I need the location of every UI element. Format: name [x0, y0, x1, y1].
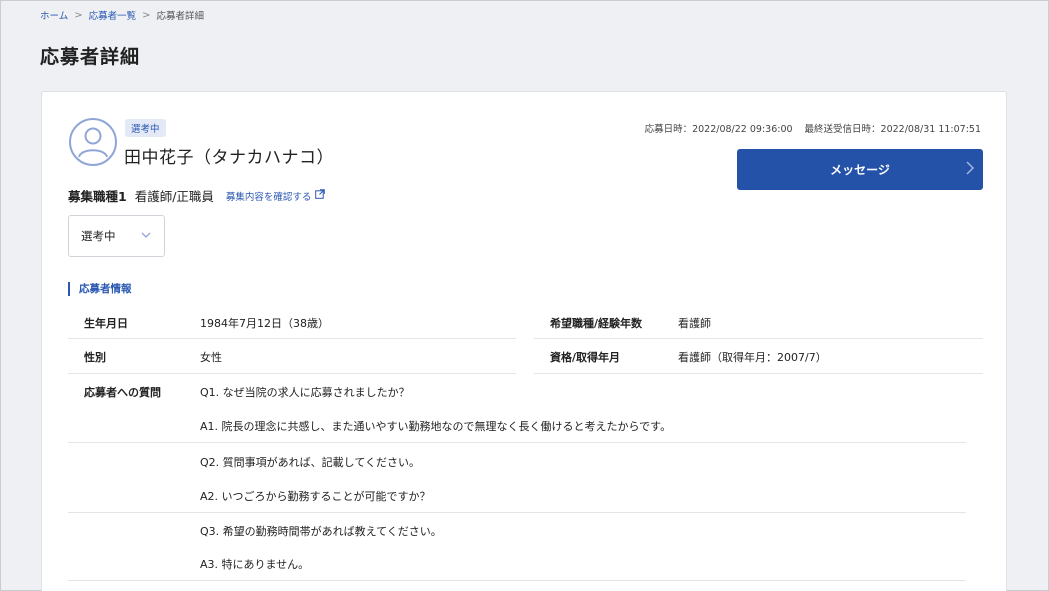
status-select-value: 選考中 — [81, 229, 116, 243]
external-link-icon — [315, 189, 326, 202]
divider — [68, 512, 966, 513]
license-label: 資格/取得年月 — [550, 351, 621, 364]
info-row-birthdate: 生年月日 1984年7月12日（38歳） — [84, 315, 329, 331]
answer-2: A2. いつごろから勤務することが可能ですか？ — [200, 490, 431, 503]
question-2: Q2. 質問事項があれば、記載してください。 — [200, 456, 420, 469]
section-heading-applicant-info: 応募者情報 — [68, 282, 132, 296]
applicant-card: 選考中 田中花子（タナカハナコ） 応募日時：2022/08/22 09:36:0… — [41, 91, 1007, 591]
birthdate-value: 1984年7月12日（38歳） — [200, 317, 329, 330]
breadcrumb-applicant-list[interactable]: 応募者一覧 — [89, 8, 137, 22]
birthdate-label: 生年月日 — [84, 317, 128, 330]
breadcrumb-separator: > — [142, 9, 151, 21]
divider — [68, 373, 516, 374]
status-badge: 選考中 — [125, 119, 166, 137]
divider — [68, 338, 516, 339]
info-row-gender: 性別 女性 — [84, 349, 222, 365]
chevron-right-icon — [966, 161, 974, 178]
license-value: 看護師（取得年月：2007/7） — [678, 351, 827, 364]
user-circle-icon — [68, 117, 118, 167]
question-1: Q1. なぜ当院の求人に応募されましたか？ — [200, 386, 410, 399]
answer-3: A3. 特にありません。 — [200, 558, 310, 571]
page-title: 応募者詳細 — [40, 46, 141, 68]
divider — [534, 373, 983, 374]
job-details-link-label: 募集内容を確認する — [225, 191, 312, 203]
answer-1: A1. 院長の理念に共感し、また通いやすい勤務地なので無理なく長く働けると考えた… — [200, 420, 672, 433]
question-3: Q3. 希望の勤務時間帯があれば教えてください。 — [200, 525, 442, 538]
desired-job-label: 希望職種/経験年数 — [550, 317, 643, 330]
breadcrumb-current: 応募者詳細 — [156, 11, 205, 22]
job-details-link[interactable]: 募集内容を確認する — [226, 189, 326, 203]
breadcrumb: ホーム > 応募者一覧 > 応募者詳細 — [40, 8, 205, 23]
status-select[interactable]: 選考中 — [68, 215, 165, 257]
gender-label: 性別 — [84, 351, 106, 364]
job-line: 募集職種1 看護師/正職員 募集内容を確認する — [68, 186, 326, 205]
last-message-at: 最終送受信日時：2022/08/31 11:07:51 — [804, 124, 981, 135]
divider — [68, 442, 966, 443]
divider — [534, 338, 983, 339]
breadcrumb-home[interactable]: ホーム — [40, 8, 68, 22]
desired-job-value: 看護師 — [678, 317, 711, 330]
divider — [68, 580, 966, 581]
qa-label: 応募者への質問 — [84, 386, 161, 399]
job-label: 募集職種1 — [68, 189, 127, 204]
message-button-label: メッセージ — [830, 163, 890, 177]
info-row-desired-job: 希望職種/経験年数 看護師 — [550, 315, 711, 331]
chevron-down-icon — [140, 229, 152, 244]
breadcrumb-separator: > — [74, 9, 83, 21]
applicant-name: 田中花子（タナカハナコ） — [124, 148, 334, 168]
applied-at: 応募日時：2022/08/22 09:36:00 — [644, 124, 793, 135]
message-button[interactable]: メッセージ — [737, 149, 983, 190]
info-row-license: 資格/取得年月 看護師（取得年月：2007/7） — [550, 349, 827, 365]
timestamps: 応募日時：2022/08/22 09:36:00 最終送受信日時：2022/08… — [645, 121, 981, 135]
gender-value: 女性 — [200, 351, 222, 364]
job-value: 看護師/正職員 — [134, 189, 214, 204]
